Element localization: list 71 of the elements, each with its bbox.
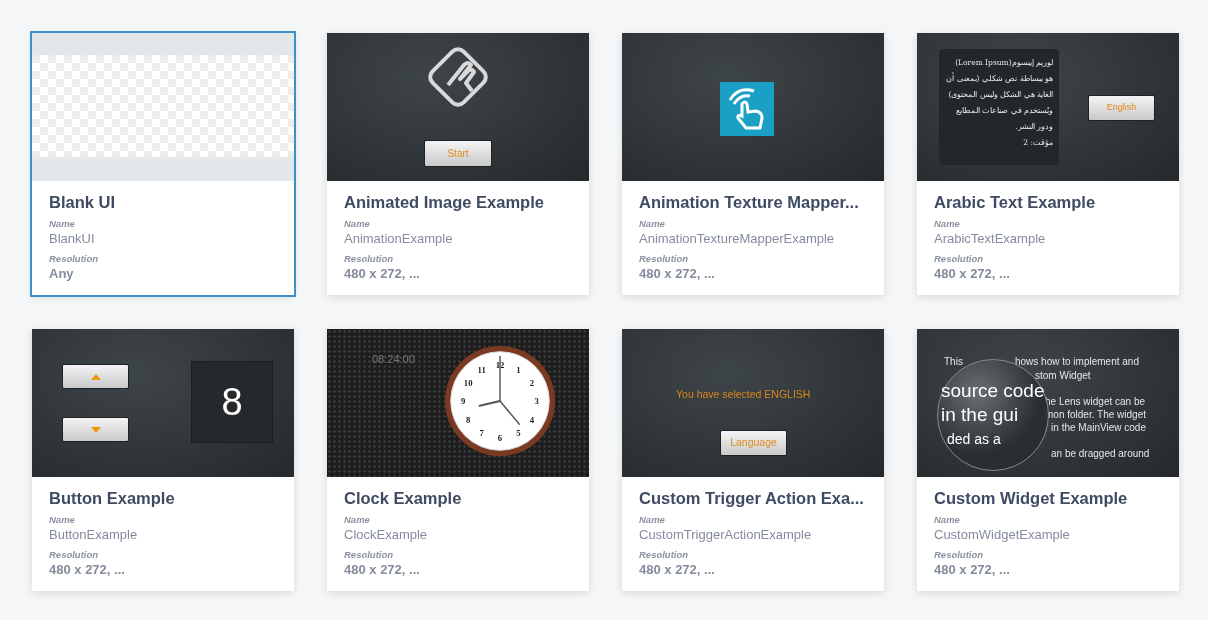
template-card[interactable]: 8 Button Example Name ButtonExample Resolution 480 x 272, ...	[32, 329, 294, 591]
field-value: AnimationTextureMapperExample	[639, 230, 836, 248]
clock-numeral: 2	[529, 378, 534, 388]
card-title: Custom Widget Example	[934, 488, 1129, 509]
body-text-line: This	[944, 355, 963, 369]
body-text-line: an be dragged around	[1051, 447, 1150, 461]
field-value: CustomWidgetExample	[934, 526, 1071, 544]
clock-numeral: 8	[466, 414, 471, 425]
field-label: Name	[639, 218, 666, 230]
field-value: 480 x 272, ...	[344, 265, 421, 283]
field-value: ClockExample	[344, 526, 429, 544]
field-label: Name	[344, 218, 371, 230]
body-text-line: hows how to implement and	[1015, 355, 1139, 369]
magnified-text: ded as a	[947, 430, 1001, 449]
field-value: 480 x 272, ...	[934, 265, 1011, 283]
card-title: Custom Trigger Action Exa...	[639, 488, 865, 509]
touch-icon	[720, 82, 774, 136]
body-text-line: mon folder. The widget	[1045, 408, 1146, 422]
card-title: Blank UI	[49, 192, 117, 213]
field-value: 480 x 272, ...	[49, 561, 126, 579]
field-label: Name	[934, 218, 961, 230]
card-title: Clock Example	[344, 488, 463, 509]
field-label: Name	[49, 514, 76, 526]
field-label: Name	[344, 514, 371, 526]
card-title: Animated Image Example	[344, 192, 545, 213]
field-value: 480 x 272, ...	[639, 561, 716, 579]
field-label: Resolution	[934, 549, 985, 561]
clock-numeral: 7	[479, 428, 484, 439]
field-value: BlankUI	[49, 230, 96, 248]
field-value: ArabicTextExample	[934, 230, 1047, 248]
magnified-text: in the gui	[941, 403, 1019, 427]
field-label: Name	[934, 514, 961, 526]
clock-numeral: 11	[477, 364, 486, 375]
start-button: Start	[424, 140, 492, 167]
field-value: ButtonExample	[49, 526, 139, 544]
clock-numeral: 10	[463, 378, 473, 388]
card-title: Animation Texture Mapper...	[639, 192, 860, 213]
field-value: AnimationExample	[344, 230, 454, 248]
digital-time: 08:24:00	[372, 352, 415, 367]
template-card[interactable]: Start Animated Image Example Name AnimationExample Resolution 480 x 272, ...	[327, 33, 589, 295]
card-title: Arabic Text Example	[934, 192, 1097, 213]
template-card[interactable]: You have selected ENGLISH Language Custom Trigger Action Exa... Name CustomTriggerActionExample Resolution 480 x 272, ...	[622, 329, 884, 591]
field-value: 480 x 272, ...	[344, 561, 421, 579]
card-title: Button Example	[49, 488, 176, 509]
template-card[interactable]: Blank UI Name BlankUI Resolution Any	[32, 33, 294, 295]
field-value: 480 x 272, ...	[639, 265, 716, 283]
field-label: Name	[639, 514, 666, 526]
field-label: Resolution	[49, 549, 100, 561]
counter-display: 8	[191, 361, 273, 443]
template-card[interactable]: Animation Texture Mapper... Name AnimationTextureMapperExample Resolution 480 x 272, ...	[622, 33, 884, 295]
clock-numeral: 1	[516, 364, 521, 375]
clock-numeral: 9	[461, 396, 466, 407]
field-value: Any	[49, 265, 75, 283]
template-card[interactable]	[917, 329, 1179, 591]
field-label: Resolution	[639, 549, 690, 561]
field-value: 480 x 272, ...	[934, 561, 1011, 579]
field-label: Resolution	[934, 253, 985, 265]
field-label: Resolution	[344, 549, 395, 561]
clock-numeral: 3	[534, 396, 539, 407]
field-label: Name	[49, 218, 76, 230]
selection-message: You have selected ENGLISH	[676, 387, 811, 402]
english-button: English	[1088, 95, 1155, 121]
field-label: Resolution	[344, 253, 395, 265]
clock-numeral: 4	[529, 414, 534, 425]
clock-hands-drawing	[478, 355, 521, 425]
template-card[interactable]	[917, 33, 1179, 295]
field-label: Resolution	[49, 253, 100, 265]
field-label: Resolution	[639, 253, 690, 265]
field-value: CustomTriggerActionExample	[639, 526, 813, 544]
language-button: Language	[720, 430, 787, 456]
body-text-line: he Lens widget can be	[1045, 396, 1146, 409]
